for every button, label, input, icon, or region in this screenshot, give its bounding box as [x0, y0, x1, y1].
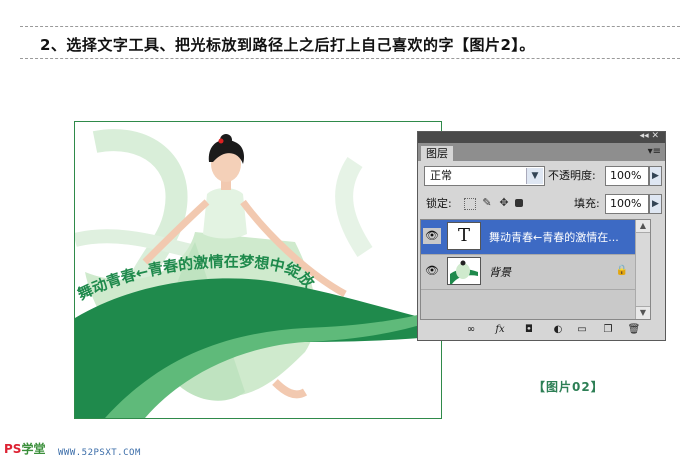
leg: [272, 379, 308, 399]
chevron-down-icon[interactable]: ▼: [526, 168, 543, 184]
trash-icon[interactable]: 🗑: [626, 323, 642, 337]
opacity-label: 不透明度:: [548, 169, 596, 182]
add-mask-icon[interactable]: ◘: [521, 323, 537, 337]
torso: [203, 188, 247, 239]
panel-controls[interactable]: ◂◂ ✕: [640, 131, 659, 141]
tab-layers[interactable]: 图层: [421, 146, 453, 161]
panel-tabbar: 图层 ▾≡: [418, 143, 665, 161]
step-instruction: 2、选择文字工具、把光标放到路径上之后打上自己喜欢的字【图片2】。: [40, 36, 535, 54]
text-layer-thumb: T: [447, 222, 481, 250]
eye-icon[interactable]: 👁: [423, 228, 441, 244]
blend-mode-value: 正常: [430, 169, 452, 182]
panel-footer: ∞ fx ◘ ◐ ▭ ❐ 🗑: [418, 320, 665, 340]
blend-mode-select[interactable]: 正常 ▼: [424, 166, 545, 186]
scroll-down-icon[interactable]: ▼: [636, 306, 650, 319]
thumb-image: [448, 258, 480, 284]
figure-caption: 【图片02】: [533, 380, 604, 394]
ps-logo: PS学堂: [4, 442, 46, 456]
fill-arrow-icon[interactable]: ▶: [649, 194, 662, 214]
panel-titlebar: ◂◂ ✕: [418, 131, 665, 143]
adjustment-layer-icon[interactable]: ◐: [550, 323, 566, 337]
bg-ribbon-3: [335, 157, 373, 257]
opacity-arrow-icon[interactable]: ▶: [649, 166, 662, 186]
eye-icon[interactable]: 👁: [423, 263, 441, 279]
panel-menu-icon[interactable]: ▾≡: [648, 146, 661, 157]
top-divider: [20, 26, 680, 27]
heading-divider: [20, 58, 680, 59]
layers-panel: ◂◂ ✕ 图层 ▾≡ 正常 ▼ 不透明度: 100% ▶ 锁定: ✎ ✥ 填充:…: [417, 131, 666, 341]
lock-all-icon[interactable]: [515, 199, 523, 207]
blend-opacity-row: 正常 ▼ 不透明度: 100% ▶: [423, 166, 662, 188]
new-group-icon[interactable]: ▭: [574, 323, 590, 337]
fill-input[interactable]: 100%: [605, 194, 649, 214]
scroll-up-icon[interactable]: ▲: [636, 220, 650, 233]
layers-scrollbar[interactable]: ▲ ▼: [635, 220, 650, 319]
fill-label: 填充:: [574, 197, 600, 210]
fx-icon[interactable]: fx: [492, 323, 508, 337]
photo-illustration: 舞动青春←青春的激情在梦想中绽放: [75, 129, 441, 418]
layers-list: 👁 T 舞动青春←青春的激情在... 👁 背景 🔒 ▲ ▼: [420, 219, 651, 320]
lock-move-icon[interactable]: ✥: [498, 197, 510, 209]
layer-row-text[interactable]: 👁 T 舞动青春←青春的激情在...: [421, 220, 650, 255]
lock-transparent-icon[interactable]: [464, 198, 476, 210]
layer-name[interactable]: 舞动青春←青春的激情在...: [489, 229, 619, 245]
background-layer-thumb: [447, 257, 481, 285]
canvas-photo: 舞动青春←青春的激情在梦想中绽放: [74, 121, 442, 419]
lock-fill-row: 锁定: ✎ ✥ 填充: 100% ▶: [423, 194, 662, 216]
site-url: WWW.52PSXT.COM: [58, 448, 141, 458]
lock-icon: 🔒: [615, 265, 628, 276]
layer-name[interactable]: 背景: [489, 264, 511, 280]
new-layer-icon[interactable]: ❐: [600, 323, 616, 337]
lock-brush-icon[interactable]: ✎: [481, 197, 493, 209]
link-layers-icon[interactable]: ∞: [463, 323, 479, 337]
layer-row-background[interactable]: 👁 背景 🔒: [421, 255, 650, 290]
opacity-input[interactable]: 100%: [605, 166, 649, 186]
lock-label: 锁定:: [426, 197, 452, 210]
hair-clip: [218, 138, 224, 144]
